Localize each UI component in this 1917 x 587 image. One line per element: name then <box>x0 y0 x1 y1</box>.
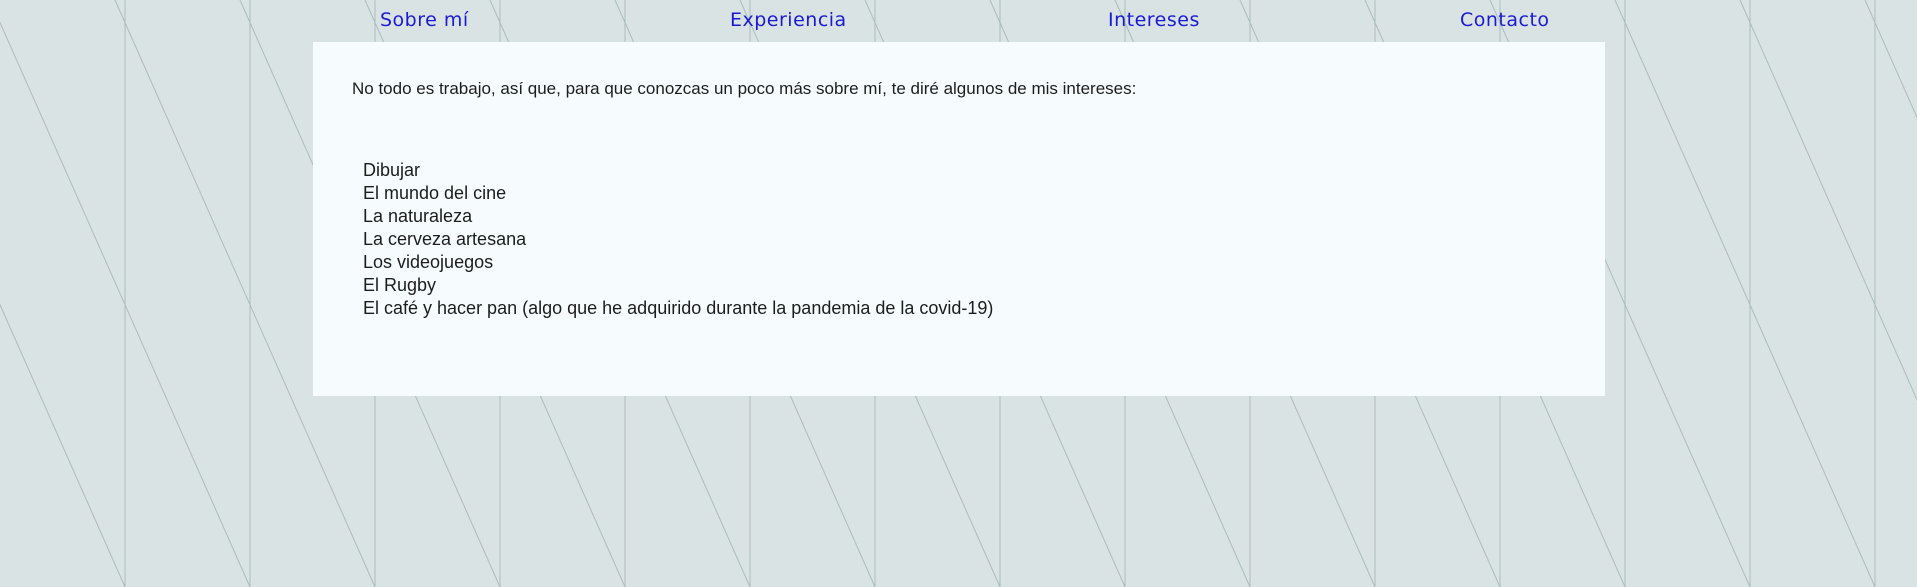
interest-item-rugby: El Rugby <box>363 275 437 295</box>
interests-content-panel: No todo es trabajo, así que, para que co… <box>313 42 1605 396</box>
interest-item-dibujar: Dibujar <box>363 160 421 180</box>
nav-link-contacto[interactable]: Contacto <box>1460 9 1550 31</box>
pattern-diagonal-line <box>0 303 126 587</box>
interest-item-videojuegos: Los videojuegos <box>363 252 494 272</box>
interest-item-naturaleza: La naturaleza <box>363 206 473 226</box>
pattern-diagonal-line <box>1739 0 1917 401</box>
interest-item-cafe-pan: El café y hacer pan (algo que he adquiri… <box>363 298 994 318</box>
interest-item-cine: El mundo del cine <box>363 183 507 203</box>
pattern-diagonal-line <box>1864 0 1917 119</box>
interests-list: Dibujar El mundo del cine La naturaleza … <box>363 159 993 320</box>
nav-link-sobre-mi[interactable]: Sobre mí <box>380 9 469 31</box>
nav-link-intereses[interactable]: Intereses <box>1108 9 1200 31</box>
pattern-diagonal-line <box>1614 0 1876 587</box>
top-navigation: Sobre mí Experiencia Intereses Contacto <box>0 0 1917 42</box>
interest-item-cerveza: La cerveza artesana <box>363 229 527 249</box>
intro-text: No todo es trabajo, así que, para que co… <box>352 79 1137 98</box>
nav-link-experiencia[interactable]: Experiencia <box>730 9 847 31</box>
